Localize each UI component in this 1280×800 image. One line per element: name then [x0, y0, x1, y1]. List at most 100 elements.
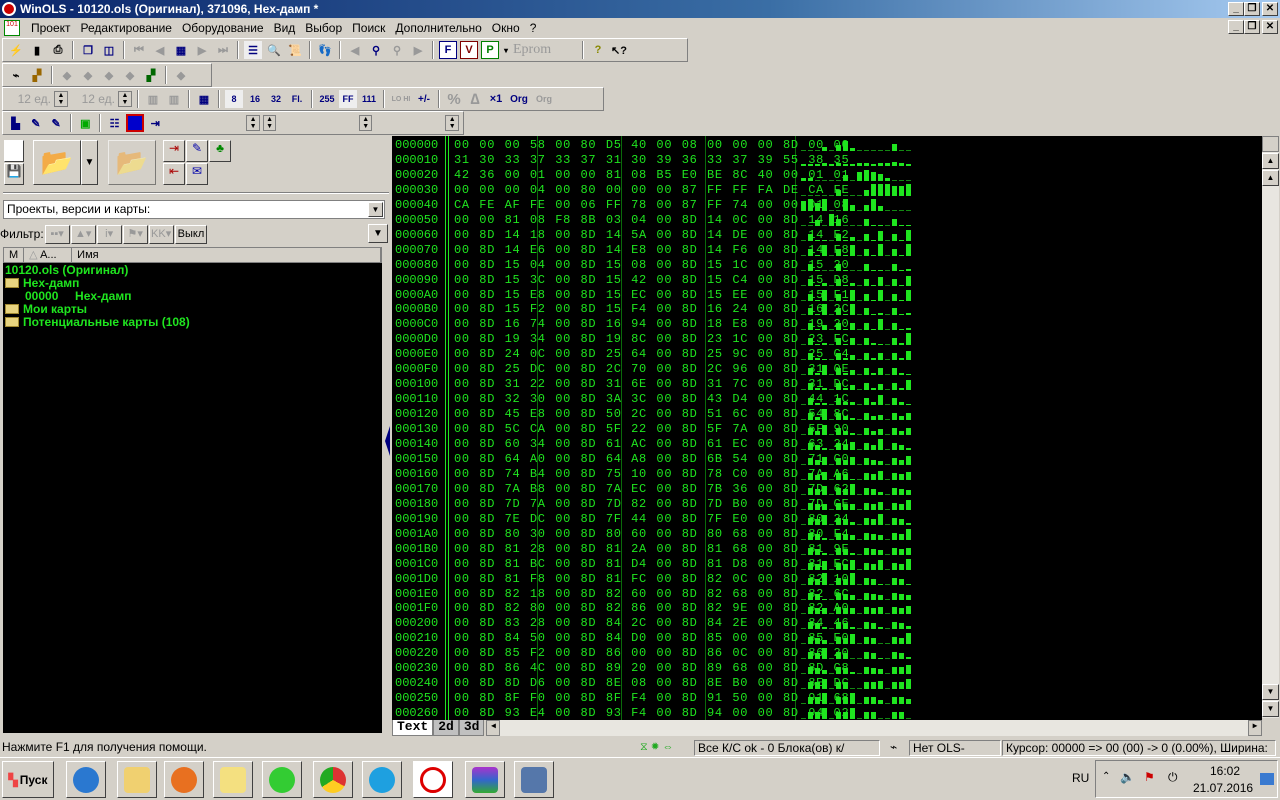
sign-button[interactable]: +/-: [415, 90, 433, 108]
hex-row[interactable]: 000040 CA FE AF FE 00 06 FF 78 00 87 FF 7…: [392, 198, 1262, 213]
f-icon[interactable]: F: [439, 41, 457, 59]
taskbar-media[interactable]: [164, 761, 204, 798]
taskbar-ie[interactable]: [66, 761, 106, 798]
plug-icon[interactable]: ⚡: [7, 41, 25, 59]
export-icon[interactable]: ⇤: [163, 163, 185, 185]
tree-node[interactable]: Потенциальные карты (108): [5, 316, 380, 329]
panel-splitter[interactable]: [384, 136, 392, 720]
hex-row[interactable]: 0000D0 00 8D 19 34 00 8D 19 8C 00 8D 23 1…: [392, 332, 1262, 347]
filter-off-button[interactable]: Выкл: [174, 224, 208, 244]
hardware-icon[interactable]: ▮: [28, 41, 46, 59]
hex-row[interactable]: 000010 31 30 33 37 33 37 31 30 39 36 33 3…: [392, 153, 1262, 168]
new-project-button[interactable]: [4, 140, 24, 162]
hex-bytes[interactable]: 00 8D 81 F8 00 8D 81 FC 00 8D 82 0C 00 8…: [454, 572, 849, 587]
p-icon[interactable]: P: [481, 41, 499, 59]
menu-edit[interactable]: Редактирование: [76, 21, 177, 35]
first-icon[interactable]: ⏮: [130, 41, 148, 59]
hex-row[interactable]: 000150 00 8D 64 A0 00 8D 64 A8 00 8D 6B 5…: [392, 452, 1262, 467]
minimize-button[interactable]: _: [1228, 2, 1244, 16]
hex-row[interactable]: 0001D0 00 8D 81 F8 00 8D 81 FC 00 8D 82 0…: [392, 572, 1262, 587]
scroll-page-up-button[interactable]: ▲: [1262, 153, 1279, 169]
close-button[interactable]: ✕: [1262, 2, 1278, 16]
hex-row[interactable]: 000090 00 8D 15 3C 00 8D 15 42 00 8D 15 C…: [392, 273, 1262, 288]
hex-bytes[interactable]: 00 8D 93 E4 00 8D 93 F4 00 8D 94 00 00 8…: [454, 706, 849, 720]
taskbar-capture[interactable]: [514, 761, 554, 798]
hex-row[interactable]: 0001A0 00 8D 80 30 00 8D 80 60 00 8D 80 6…: [392, 527, 1262, 542]
binoculars-alt-icon[interactable]: ⚲: [388, 41, 406, 59]
hex-dump-view[interactable]: 000000 00 00 00 58 00 80 D5 40 00 08 00 0…: [392, 136, 1262, 720]
doc-minimize-button[interactable]: _: [1228, 20, 1244, 34]
hex-bytes[interactable]: 00 8D 83 28 00 8D 84 2C 00 8D 84 2E 00 8…: [454, 616, 849, 631]
doc-close-button[interactable]: ✕: [1262, 20, 1278, 34]
hex-row[interactable]: 000240 00 8D 8D D6 00 8D 8E 08 00 8D 8E B…: [392, 676, 1262, 691]
footprints-icon[interactable]: 👣: [316, 41, 334, 59]
menu-selection[interactable]: Выбор: [300, 21, 347, 35]
save-button[interactable]: 💾: [4, 163, 24, 185]
clock-date[interactable]: 21.07.2016: [1193, 781, 1253, 795]
filter-kk-button[interactable]: KK▾: [148, 224, 174, 244]
hex-row[interactable]: 000220 00 8D 85 F2 00 8D 86 00 00 8D 86 0…: [392, 646, 1262, 661]
hex-bytes[interactable]: 00 8D 74 B4 00 8D 75 10 00 8D 78 C0 00 8…: [454, 467, 849, 482]
decimal-button[interactable]: 255: [318, 90, 336, 108]
hex-row[interactable]: 0001E0 00 8D 82 18 00 8D 82 60 00 8D 82 6…: [392, 587, 1262, 602]
document-menu-icon[interactable]: 101: [4, 20, 20, 36]
columns-icon[interactable]: ☷: [106, 114, 123, 132]
connect-icon[interactable]: ⌁: [7, 66, 25, 84]
hex-row[interactable]: 0000B0 00 8D 15 F2 00 8D 15 F4 00 8D 16 2…: [392, 302, 1262, 317]
hex-row[interactable]: 000260 00 8D 93 E4 00 8D 93 F4 00 8D 94 0…: [392, 706, 1262, 720]
hex-bytes[interactable]: 00 8D 80 30 00 8D 80 60 00 8D 80 68 00 8…: [454, 527, 849, 542]
hex-button[interactable]: FF: [339, 90, 357, 108]
hex-bytes[interactable]: 00 00 81 08 F8 8B 03 04 00 8D 14 0C 00 8…: [454, 213, 849, 228]
width-spinner-2[interactable]: ▲ ▼: [262, 115, 277, 131]
write-icon[interactable]: ◆: [79, 66, 97, 84]
hex-row[interactable]: 000100 00 8D 31 22 00 8D 31 6E 00 8D 31 7…: [392, 377, 1262, 392]
menu-window[interactable]: Окно: [487, 21, 525, 35]
hex-bytes[interactable]: 00 8D 16 74 00 8D 16 94 00 8D 18 E8 00 8…: [454, 317, 849, 332]
window-icon[interactable]: ❐: [79, 41, 97, 59]
hex-bytes[interactable]: 00 8D 19 34 00 8D 19 8C 00 8D 23 1C 00 8…: [454, 332, 849, 347]
menu-hardware[interactable]: Оборудование: [177, 21, 269, 35]
dropdown-icon[interactable]: ▾: [502, 41, 510, 59]
hex-row[interactable]: 000110 00 8D 32 30 00 8D 3A 3C 00 8D 43 D…: [392, 392, 1262, 407]
hex-bytes[interactable]: 00 8D 7A B8 00 8D 7A EC 00 8D 7B 36 00 8…: [454, 482, 849, 497]
taskbar-chrome[interactable]: [313, 761, 353, 798]
hex-row[interactable]: 000130 00 8D 5C CA 00 8D 5F 22 00 8D 5F 7…: [392, 422, 1262, 437]
binary-button[interactable]: 111: [360, 90, 378, 108]
hex-bytes[interactable]: 00 8D 15 3C 00 8D 15 42 00 8D 15 C4 00 8…: [454, 273, 849, 288]
width-icon[interactable]: ⇥: [147, 114, 164, 132]
hex-bytes[interactable]: 00 8D 7E DC 00 8D 7F 44 00 8D 7F E0 00 8…: [454, 512, 849, 527]
hex-row[interactable]: 000170 00 8D 7A B8 00 8D 7A EC 00 8D 7B 3…: [392, 482, 1262, 497]
open-folder-button[interactable]: 📂: [33, 140, 81, 185]
hex-bytes[interactable]: 31 30 33 37 33 37 31 30 39 36 33 37 39 5…: [454, 153, 849, 168]
open-dropdown-button[interactable]: ▼: [81, 140, 98, 185]
hex-bytes[interactable]: 00 8D 64 A0 00 8D 64 A8 00 8D 6B 54 00 8…: [454, 452, 849, 467]
hex-bytes[interactable]: 00 00 00 58 00 80 D5 40 00 08 00 00 00 8…: [454, 138, 849, 153]
map-properties-icon[interactable]: ▣: [77, 114, 94, 132]
next-icon[interactable]: ▶: [193, 41, 211, 59]
hex-bytes[interactable]: 00 8D 15 F2 00 8D 15 F4 00 8D 16 24 00 8…: [454, 302, 849, 317]
scroll-right-button[interactable]: ▶: [1248, 720, 1262, 736]
float-button[interactable]: Fl.: [288, 90, 306, 108]
hex-row[interactable]: 000020 42 36 00 01 00 00 81 08 B5 E0 BE 8…: [392, 168, 1262, 183]
grid-icon[interactable]: ▦: [172, 41, 190, 59]
project-view-select[interactable]: Проекты, версии и карты: ▼: [3, 200, 385, 219]
hex-row[interactable]: 000060 00 8D 14 18 00 8D 14 5A 00 8D 14 D…: [392, 228, 1262, 243]
hex-bytes[interactable]: 00 8D 15 E8 00 8D 15 EC 00 8D 15 EE 00 8…: [454, 288, 849, 303]
import-icon[interactable]: ⇥: [163, 140, 185, 162]
taskbar-notes[interactable]: [213, 761, 253, 798]
tab-3d[interactable]: 3d: [458, 720, 485, 736]
last-icon[interactable]: ⏭: [214, 41, 232, 59]
start-button[interactable]: ▚ Пуск: [2, 761, 54, 798]
waveform-icon[interactable]: ▥: [144, 90, 162, 108]
hex-row[interactable]: 000250 00 8D 8F F0 00 8D 8F F4 00 8D 91 5…: [392, 691, 1262, 706]
map-wizard-icon[interactable]: ▙: [7, 114, 24, 132]
scroll-up-button[interactable]: ▲: [1262, 170, 1279, 186]
find-icon[interactable]: 🔍: [265, 41, 283, 59]
hex-bytes[interactable]: 00 8D 32 30 00 8D 3A 3C 00 8D 43 D4 00 8…: [454, 392, 849, 407]
hex-row[interactable]: 0000E0 00 8D 24 0C 00 8D 25 64 00 8D 25 9…: [392, 347, 1262, 362]
bits-32-button[interactable]: 32: [267, 90, 285, 108]
filter-type-button[interactable]: ▪▪▾: [44, 224, 70, 244]
hex-row[interactable]: 0000F0 00 8D 25 DC 00 8D 2C 70 00 8D 2C 9…: [392, 362, 1262, 377]
column-name[interactable]: Имя: [72, 248, 381, 262]
original-compare-button[interactable]: Org: [533, 90, 555, 108]
